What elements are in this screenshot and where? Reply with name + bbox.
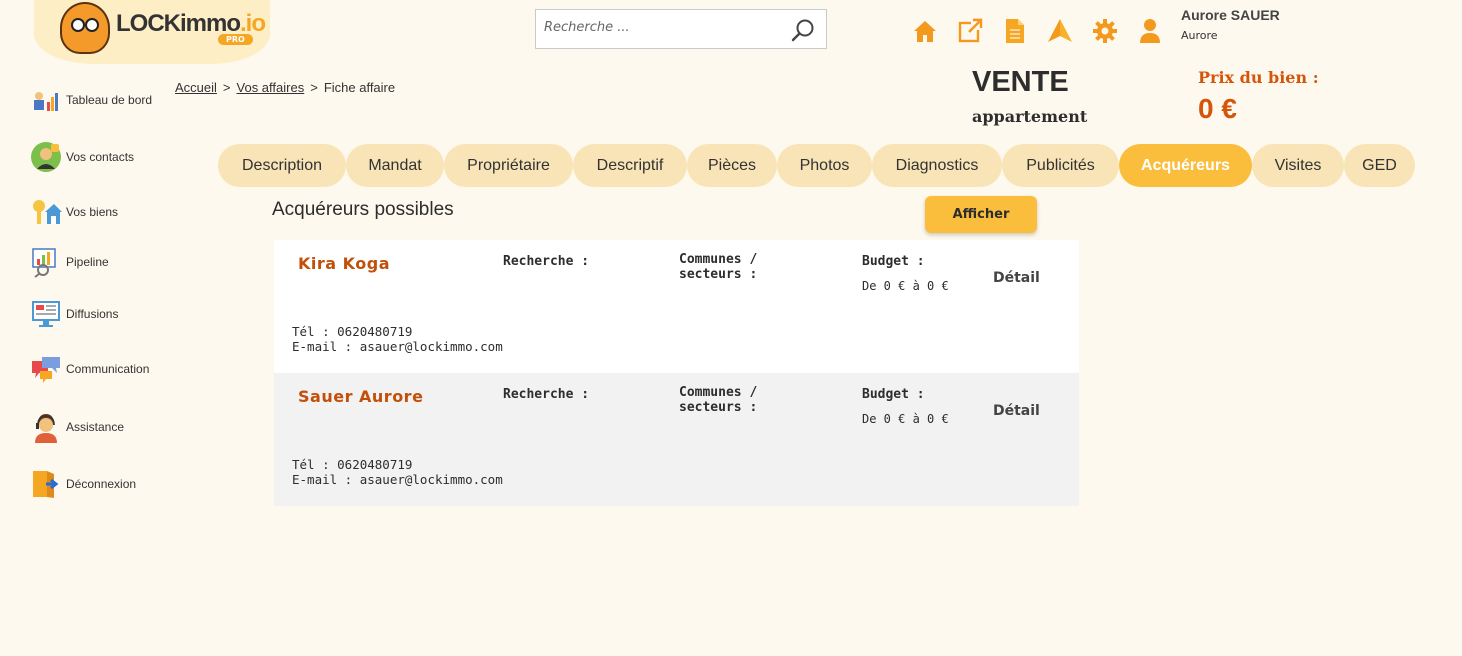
deal-subtype: appartement (972, 107, 1088, 126)
buyer-phone: Tél : 0620480719 (292, 324, 413, 339)
dashboard-icon (34, 92, 58, 111)
paper-plane-icon[interactable] (1047, 17, 1073, 45)
search-label: Recherche : (503, 254, 590, 269)
price-label: Prix du bien : (1198, 68, 1319, 87)
logout-icon (33, 471, 59, 498)
sidebar-item-logout[interactable]: Déconnexion (30, 467, 136, 501)
communes-label: Communes / secteurs : (679, 252, 758, 282)
gear-icon[interactable] (1092, 17, 1118, 45)
buyer-contact: Tél : 0620480719 E-mail : asauer@lockimm… (292, 457, 503, 487)
detail-link[interactable]: Détail (993, 403, 1040, 419)
contacts-icon (31, 142, 61, 172)
communes-label: Communes / secteurs : (679, 385, 758, 415)
cat-mascot-icon (60, 2, 110, 54)
tab-pieces[interactable]: Pièces (687, 144, 777, 187)
tab-ged[interactable]: GED (1344, 144, 1415, 187)
sidebar-item-dashboard[interactable]: Tableau de bord (30, 83, 152, 117)
breadcrumb: Accueil > Vos affaires > Fiche affaire (175, 80, 395, 95)
sidebar-item-label: Tableau de bord (66, 93, 153, 107)
section-title: Acquéreurs possibles (272, 199, 454, 220)
buyer-contact: Tél : 0620480719 E-mail : asauer@lockimm… (292, 324, 503, 354)
breadcrumb-separator: > (310, 80, 318, 95)
buyer-name[interactable]: Sauer Aurore (298, 387, 423, 406)
tab-visites[interactable]: Visites (1252, 144, 1344, 187)
sidebar-item-pipeline[interactable]: Pipeline (30, 245, 109, 279)
budget-label: Budget : (862, 387, 925, 402)
sidebar-item-contacts[interactable]: Vos contacts (30, 140, 134, 174)
sidebar-item-assistance[interactable]: Assistance (30, 410, 124, 444)
app-logo[interactable]: LOCKimmo.io PRO (34, 0, 270, 64)
user-info[interactable]: Aurore SAUER Aurore (1181, 7, 1280, 42)
user-name: Aurore SAUER (1181, 7, 1280, 23)
communication-icon (32, 357, 60, 383)
show-button[interactable]: Afficher (925, 196, 1037, 233)
search-icon[interactable] (790, 18, 816, 44)
buyer-email: E-mail : asauer@lockimmo.com (292, 339, 503, 354)
home-icon[interactable] (912, 17, 938, 45)
user-subname: Aurore (1181, 29, 1218, 42)
tab-proprietaire[interactable]: Propriétaire (444, 144, 573, 187)
sidebar-item-label: Communication (66, 362, 150, 376)
user-icon[interactable] (1137, 17, 1163, 45)
buyer-phone: Tél : 0620480719 (292, 457, 413, 472)
logo-suffix: .io (240, 10, 266, 37)
breadcrumb-separator: > (222, 80, 231, 95)
sidebar-item-properties[interactable]: Vos biens (30, 195, 118, 229)
budget-value: De 0 € à 0 € (862, 412, 949, 426)
tab-descriptif[interactable]: Descriptif (573, 144, 687, 187)
document-icon[interactable] (1002, 17, 1028, 45)
buyer-card: Kira Koga Recherche : Communes / secteurs… (274, 240, 1079, 373)
tab-diagnostics[interactable]: Diagnostics (872, 144, 1002, 187)
pipeline-icon (32, 248, 56, 278)
tab-acquereurs[interactable]: Acquéreurs (1119, 144, 1252, 187)
diffusion-icon (32, 301, 60, 327)
tab-publicites[interactable]: Publicités (1002, 144, 1119, 187)
tab-mandat[interactable]: Mandat (346, 144, 444, 187)
budget-value: De 0 € à 0 € (862, 279, 949, 293)
sidebar-item-diffusions[interactable]: Diffusions (30, 297, 118, 331)
external-link-icon[interactable] (957, 17, 983, 45)
logo-badge: PRO (218, 34, 253, 45)
deal-type: VENTE (972, 66, 1069, 98)
price-value: 0 € (1198, 93, 1237, 124)
buyer-card: Sauer Aurore Recherche : Communes / secte… (274, 373, 1079, 506)
sidebar-item-label: Assistance (66, 420, 125, 434)
breadcrumb-affaires-link[interactable]: Vos affaires (237, 80, 305, 95)
breadcrumb-home-link[interactable]: Accueil (175, 80, 217, 95)
buyer-name[interactable]: Kira Koga (298, 254, 390, 273)
search-box (535, 9, 827, 49)
top-toolbar (912, 17, 1163, 45)
sidebar-item-label: Vos contacts (66, 150, 135, 164)
assistance-icon (35, 414, 57, 443)
tab-photos[interactable]: Photos (777, 144, 872, 187)
budget-label: Budget : (862, 254, 925, 269)
detail-link[interactable]: Détail (993, 270, 1040, 286)
sidebar-item-label: Diffusions (66, 307, 119, 321)
logo-text: LOCKimmo (116, 10, 241, 37)
search-label: Recherche : (503, 387, 590, 402)
sidebar-item-label: Vos biens (66, 205, 119, 219)
search-input[interactable] (544, 20, 784, 35)
sidebar-item-label: Pipeline (66, 255, 109, 269)
breadcrumb-current: Fiche affaire (323, 80, 396, 95)
properties-icon (33, 200, 62, 224)
tab-description[interactable]: Description (218, 144, 346, 187)
sidebar-item-label: Déconnexion (66, 477, 137, 491)
buyer-email: E-mail : asauer@lockimmo.com (292, 472, 503, 487)
sidebar-item-communication[interactable]: Communication (30, 352, 149, 386)
